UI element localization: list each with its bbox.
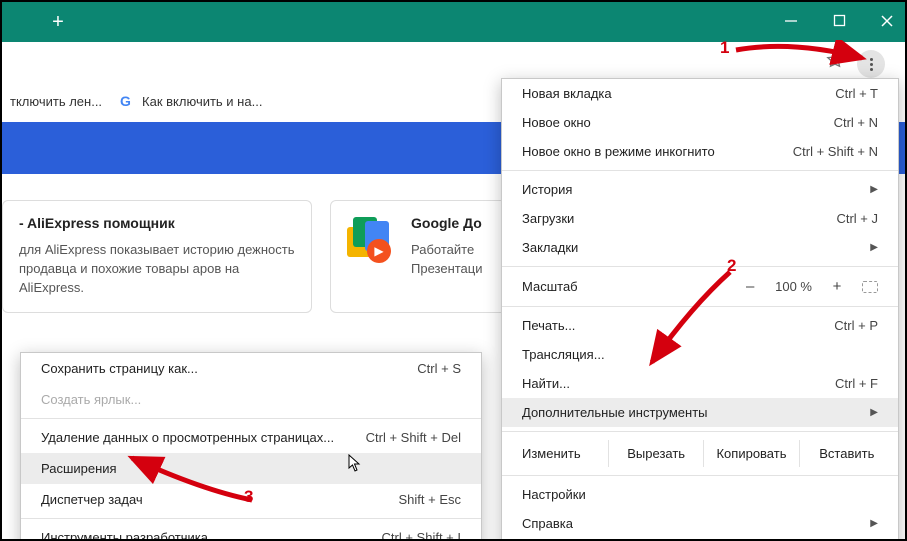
main-menu: Новая вкладка Ctrl + T Новое окно Ctrl + N…: [501, 78, 899, 541]
maximize-button[interactable]: [829, 14, 849, 30]
presentations-icon: ▶: [367, 239, 391, 263]
menu-separator: [502, 266, 898, 267]
menu-cast[interactable]: Трансляция...: [502, 340, 898, 369]
bookmark-star-icon[interactable]: [825, 50, 845, 75]
menu-history[interactable]: История ▶: [502, 175, 898, 204]
menu-label: Изменить: [522, 446, 608, 461]
menu-label: Закладки: [522, 240, 578, 255]
cut-button[interactable]: Вырезать: [608, 440, 703, 467]
submenu-save-page[interactable]: Сохранить страницу как... Ctrl + S: [21, 353, 481, 384]
more-tools-submenu: Сохранить страницу как... Ctrl + S Создат…: [20, 352, 482, 541]
toolbar-strip: [2, 42, 905, 82]
callout-3: 3: [244, 487, 253, 507]
menu-label: Диспетчер задач: [41, 492, 143, 507]
menu-separator: [21, 418, 481, 419]
menu-separator: [21, 518, 481, 519]
paste-button[interactable]: Вставить: [799, 440, 894, 467]
menu-label: Загрузки: [522, 211, 574, 226]
cursor-icon: [348, 454, 364, 477]
card-desc: для AliExpress показывает историю дежнос…: [19, 241, 295, 298]
chevron-right-icon: ▶: [870, 242, 878, 253]
kebab-menu-button[interactable]: [857, 50, 885, 78]
menu-label: Трансляция...: [522, 347, 605, 362]
chevron-right-icon: ▶: [870, 518, 878, 529]
zoom-out-button[interactable]: –: [743, 278, 757, 295]
menu-shortcut: Ctrl + J: [836, 211, 878, 226]
close-button[interactable]: [877, 14, 897, 31]
zoom-value: 100 %: [775, 279, 812, 294]
menu-label: Масштаб: [522, 279, 578, 294]
submenu-extensions[interactable]: Расширения: [21, 453, 481, 484]
menu-shortcut: Shift + Esc: [399, 492, 462, 507]
menu-label: Сохранить страницу как...: [41, 361, 198, 376]
menu-label: Новое окно в режиме инкогнито: [522, 144, 715, 159]
menu-print[interactable]: Печать... Ctrl + P: [502, 311, 898, 340]
menu-downloads[interactable]: Загрузки Ctrl + J: [502, 204, 898, 233]
menu-label: Настройки: [522, 487, 586, 502]
menu-label: Удаление данных о просмотренных страница…: [41, 430, 334, 445]
new-tab-button[interactable]: +: [44, 8, 72, 36]
menu-bookmarks[interactable]: Закладки ▶: [502, 233, 898, 262]
card-title: - AliExpress помощник: [19, 215, 295, 231]
menu-shortcut: Ctrl + Shift + Del: [366, 430, 461, 445]
menu-separator: [502, 170, 898, 171]
callout-1: 1: [720, 38, 729, 58]
menu-incognito[interactable]: Новое окно в режиме инкогнито Ctrl + Shif…: [502, 137, 898, 166]
menu-shortcut: Ctrl + Shift + N: [793, 144, 878, 159]
menu-label: История: [522, 182, 572, 197]
menu-new-window[interactable]: Новое окно Ctrl + N: [502, 108, 898, 137]
menu-shortcut: Ctrl + P: [834, 318, 878, 333]
kebab-icon: [870, 58, 873, 71]
bookmark-item[interactable]: тключить лен...: [10, 94, 102, 109]
menu-label: Печать...: [522, 318, 575, 333]
fullscreen-icon[interactable]: [862, 281, 878, 293]
menu-label: Новое окно: [522, 115, 591, 130]
menu-label: Инструменты разработчика: [41, 530, 208, 541]
copy-button[interactable]: Копировать: [703, 440, 798, 467]
card-line: Работайте: [411, 241, 483, 260]
menu-shortcut: Ctrl + N: [834, 115, 878, 130]
bookmark-label: Как включить и на...: [142, 94, 262, 109]
menu-shortcut: Ctrl + F: [835, 376, 878, 391]
card-line: Презентаци: [411, 260, 483, 279]
menu-separator: [502, 306, 898, 307]
menu-edit-row: Изменить Вырезать Копировать Вставить: [502, 436, 898, 471]
menu-label: Справка: [522, 516, 573, 531]
menu-separator: [502, 431, 898, 432]
chevron-right-icon: ▶: [870, 184, 878, 195]
menu-shortcut: Ctrl + S: [417, 361, 461, 376]
menu-separator: [502, 475, 898, 476]
browser-window: + тключить лен... G Как включить и на...: [0, 0, 907, 541]
minimize-button[interactable]: [781, 14, 801, 31]
submenu-dev-tools[interactable]: Инструменты разработчика Ctrl + Shift + I: [21, 522, 481, 541]
callout-2: 2: [727, 256, 736, 276]
google-favicon-icon: G: [120, 93, 136, 109]
submenu-clear-data[interactable]: Удаление данных о просмотренных страница…: [21, 422, 481, 453]
menu-settings[interactable]: Настройки: [502, 480, 898, 509]
title-bar: +: [2, 2, 905, 42]
menu-label: Дополнительные инструменты: [522, 405, 708, 420]
menu-label: Создать ярлык...: [41, 392, 141, 407]
menu-label: Расширения: [41, 461, 117, 476]
bookmark-item[interactable]: G Как включить и на...: [120, 93, 262, 109]
menu-zoom: Масштаб – 100 % +: [502, 271, 898, 302]
menu-shortcut: Ctrl + T: [835, 86, 878, 101]
menu-shortcut: Ctrl + Shift + I: [382, 530, 461, 541]
bookmark-label: тключить лен...: [10, 94, 102, 109]
submenu-create-shortcut: Создать ярлык...: [21, 384, 481, 415]
menu-find[interactable]: Найти... Ctrl + F: [502, 369, 898, 398]
zoom-in-button[interactable]: +: [830, 278, 844, 295]
docs-icon-cluster: ▶: [347, 217, 397, 273]
menu-more-tools[interactable]: Дополнительные инструменты ▶: [502, 398, 898, 427]
chevron-right-icon: ▶: [870, 407, 878, 418]
menu-label: Новая вкладка: [522, 86, 612, 101]
card-aliexpress: - AliExpress помощник для AliExpress пок…: [2, 200, 312, 313]
card-title: Google До: [411, 215, 483, 231]
window-controls: [781, 2, 897, 42]
menu-label: Найти...: [522, 376, 570, 391]
menu-new-tab[interactable]: Новая вкладка Ctrl + T: [502, 79, 898, 108]
menu-help[interactable]: Справка ▶: [502, 509, 898, 538]
